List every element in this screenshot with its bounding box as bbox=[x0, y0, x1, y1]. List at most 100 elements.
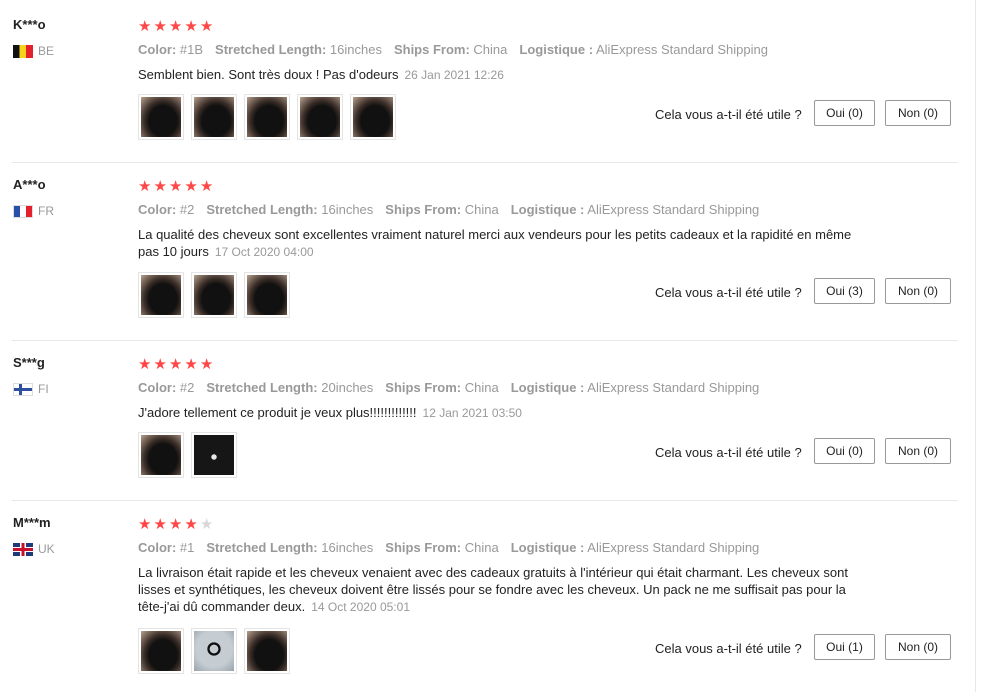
hair-photo bbox=[141, 97, 181, 137]
helpful-prompt: Cela vous a-t-il été utile ? bbox=[655, 641, 802, 656]
review-text: J'adore tellement ce produit je veux plu… bbox=[138, 404, 858, 422]
review-image-thumbnail[interactable] bbox=[138, 628, 184, 674]
reviewer-name: K***o bbox=[13, 17, 46, 32]
star-icon: ★ bbox=[184, 178, 198, 195]
review-text: Semblent bien. Sont très doux ! Pas d'od… bbox=[138, 66, 858, 84]
hair-photo bbox=[247, 97, 287, 137]
review-image-thumbnail[interactable] bbox=[191, 432, 237, 478]
review-image-thumbnail[interactable] bbox=[138, 432, 184, 478]
review-image-thumbnail[interactable] bbox=[244, 94, 290, 140]
helpful-yes-button[interactable]: Oui (3) bbox=[814, 278, 875, 304]
helpful-yes-button[interactable]: Oui (1) bbox=[814, 634, 875, 660]
country-code: FR bbox=[38, 204, 54, 218]
review-date: 14 Oct 2020 05:01 bbox=[311, 600, 410, 614]
attr-label-color: Color: bbox=[138, 42, 177, 57]
page-border bbox=[975, 0, 976, 692]
attr-label-logistics: Logistique : bbox=[510, 380, 585, 395]
review-date: 17 Oct 2020 04:00 bbox=[214, 245, 314, 259]
star-icon: ★ bbox=[184, 356, 198, 373]
star-icon: ★ bbox=[153, 18, 167, 35]
helpful-prompt: Cela vous a-t-il été utile ? bbox=[655, 107, 802, 122]
star-rating: ★ ★ ★ ★ ★ bbox=[138, 179, 213, 195]
reviewer-name: M***m bbox=[13, 515, 51, 530]
review-image-thumbnail[interactable] bbox=[244, 628, 290, 674]
attr-label-ships: Ships From: bbox=[385, 540, 462, 555]
review-image-thumbnail[interactable] bbox=[138, 94, 184, 140]
review-images bbox=[138, 94, 396, 140]
review-body: Semblent bien. Sont très doux ! Pas d'od… bbox=[138, 67, 399, 82]
attr-value-color: #2 bbox=[179, 380, 195, 395]
reviewer-name: A***o bbox=[13, 177, 46, 192]
review-image-thumbnail[interactable] bbox=[191, 628, 237, 674]
hair-tie-photo bbox=[194, 631, 234, 671]
hair-photo bbox=[141, 435, 181, 475]
review-divider bbox=[12, 162, 958, 163]
review-image-thumbnail[interactable] bbox=[191, 272, 237, 318]
review-image-thumbnail[interactable] bbox=[297, 94, 343, 140]
attr-value-ships: China bbox=[464, 202, 499, 217]
review-divider bbox=[12, 340, 958, 341]
star-rating: ★ ★ ★ ★ ★ bbox=[138, 19, 213, 35]
attr-label-ships: Ships From: bbox=[385, 202, 462, 217]
helpful-no-button[interactable]: Non (0) bbox=[885, 278, 951, 304]
product-attributes: Color: #2 Stretched Length: 20inches Ships… bbox=[138, 380, 771, 395]
helpful-no-button[interactable]: Non (0) bbox=[885, 634, 951, 660]
flag-icon bbox=[13, 542, 33, 556]
hair-photo bbox=[353, 97, 393, 137]
star-icon: ★ bbox=[168, 356, 183, 373]
reviewer-country: UK bbox=[13, 542, 55, 556]
product-attributes: Color: #2 Stretched Length: 16inches Ships… bbox=[138, 202, 771, 217]
hair-photo bbox=[300, 97, 340, 137]
review-body: La livraison était rapide et les cheveux… bbox=[138, 565, 848, 614]
hair-photo bbox=[141, 631, 181, 671]
star-icon: ★ bbox=[153, 356, 167, 373]
review-date: 12 Jan 2021 03:50 bbox=[422, 406, 522, 420]
helpful-yes-button[interactable]: Oui (0) bbox=[814, 438, 875, 464]
star-icon: ★ bbox=[153, 516, 167, 533]
reviewer-country: FR bbox=[13, 204, 54, 218]
helpful-no-button[interactable]: Non (0) bbox=[885, 100, 951, 126]
review-images bbox=[138, 432, 237, 478]
attr-label-color: Color: bbox=[138, 540, 177, 555]
attr-value-length: 16inches bbox=[321, 202, 374, 217]
attr-label-ships: Ships From: bbox=[393, 42, 470, 57]
review-date: 26 Jan 2021 12:26 bbox=[404, 68, 504, 82]
product-attributes: Color: #1B Stretched Length: 16inches Ship… bbox=[138, 42, 780, 57]
attr-label-length: Stretched Length: bbox=[206, 380, 318, 395]
star-icon: ★ bbox=[168, 178, 183, 195]
star-icon: ★ bbox=[184, 18, 198, 35]
review-image-thumbnail[interactable] bbox=[350, 94, 396, 140]
review-image-thumbnail[interactable] bbox=[138, 272, 184, 318]
helpful-no-button[interactable]: Non (0) bbox=[885, 438, 951, 464]
country-code: UK bbox=[38, 542, 55, 556]
product-attributes: Color: #1 Stretched Length: 16inches Ships… bbox=[138, 540, 771, 555]
star-icon: ★ bbox=[168, 516, 183, 533]
star-rating: ★ ★ ★ ★ ★ bbox=[138, 517, 213, 533]
star-icon: ★ bbox=[138, 356, 152, 373]
reviewer-country: FI bbox=[13, 382, 49, 396]
review-images bbox=[138, 272, 290, 318]
reviewer-country: BE bbox=[13, 44, 54, 58]
hair-photo bbox=[247, 631, 287, 671]
attr-value-length: 20inches bbox=[321, 380, 374, 395]
star-rating: ★ ★ ★ ★ ★ bbox=[138, 357, 213, 373]
attr-label-length: Stretched Length: bbox=[206, 540, 318, 555]
review-image-thumbnail[interactable] bbox=[244, 272, 290, 318]
hair-photo bbox=[194, 275, 234, 315]
review-image-thumbnail[interactable] bbox=[191, 94, 237, 140]
attr-value-length: 16inches bbox=[321, 540, 374, 555]
helpful-yes-button[interactable]: Oui (0) bbox=[814, 100, 875, 126]
attr-label-logistics: Logistique : bbox=[519, 42, 594, 57]
star-icon: ★ bbox=[153, 178, 167, 195]
package-photo bbox=[194, 435, 234, 475]
country-code: BE bbox=[38, 44, 55, 58]
star-icon: ★ bbox=[199, 516, 214, 533]
star-icon: ★ bbox=[199, 178, 214, 195]
attr-value-color: #1 bbox=[179, 540, 195, 555]
attr-value-logistics: AliExpress Standard Shipping bbox=[587, 380, 760, 395]
review-divider bbox=[12, 500, 958, 501]
star-icon: ★ bbox=[184, 516, 198, 533]
attr-label-ships: Ships From: bbox=[385, 380, 462, 395]
attr-value-color: #2 bbox=[179, 202, 195, 217]
review-body: J'adore tellement ce produit je veux plu… bbox=[138, 405, 417, 420]
